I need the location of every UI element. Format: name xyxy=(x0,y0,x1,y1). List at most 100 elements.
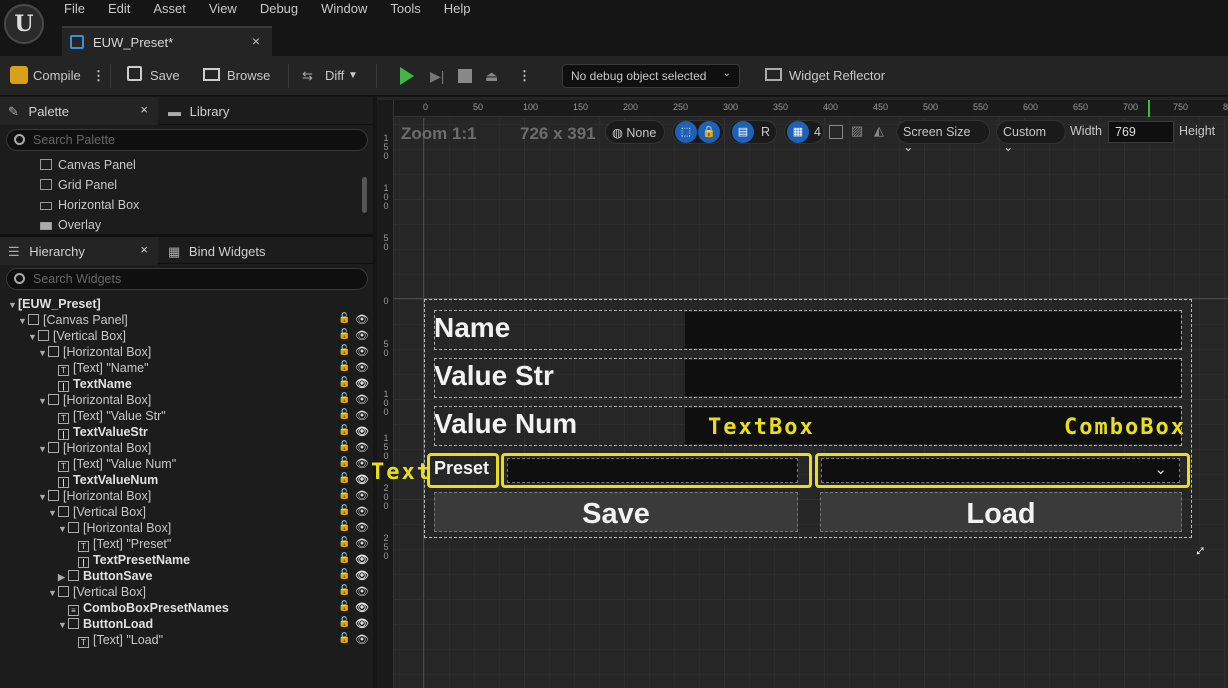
stop-icon[interactable] xyxy=(458,69,472,83)
expand-arrow-icon[interactable]: ▼ xyxy=(58,524,68,534)
lock-icon[interactable]: 🔓 xyxy=(338,489,350,500)
visibility-eye-icon[interactable]: 👁 xyxy=(355,473,369,486)
tab-library[interactable]: ▬ Library xyxy=(168,97,288,125)
tab-bind-widgets[interactable]: ▦ Bind Widgets xyxy=(168,237,308,265)
lock-icon[interactable]: 🔓 xyxy=(338,473,350,484)
menu-asset[interactable]: Asset xyxy=(153,1,186,19)
expand-arrow-icon[interactable]: ▼ xyxy=(38,396,48,406)
expand-arrow-icon[interactable]: ▼ xyxy=(38,348,48,358)
advance-frame-icon[interactable]: ▶| xyxy=(430,68,444,85)
visibility-eye-icon[interactable]: 👁 xyxy=(355,601,369,614)
hierarchy-row[interactable]: ▼ [Horizontal Box] 🔓 👁 xyxy=(0,441,373,457)
visibility-eye-icon[interactable]: 👁 xyxy=(355,633,369,646)
hierarchy-row[interactable]: ▼ [Vertical Box] 🔓 👁 xyxy=(0,329,373,345)
compile-options-icon[interactable]: ⋮ xyxy=(92,68,105,84)
visibility-eye-icon[interactable]: 👁 xyxy=(355,553,369,566)
diff-button[interactable]: Diff xyxy=(325,68,344,83)
save-preset-button[interactable]: Save xyxy=(434,492,798,532)
palette-item[interactable]: Canvas Panel xyxy=(40,158,136,172)
hierarchy-row[interactable]: | TextValueStr 🔓 👁 xyxy=(0,425,373,441)
lock-icon[interactable]: 🔓 xyxy=(338,457,350,468)
palette-search-input[interactable]: Search Palette xyxy=(6,129,368,151)
menu-tools[interactable]: Tools xyxy=(390,1,420,19)
hierarchy-row[interactable]: ▼ [Horizontal Box] 🔓 👁 xyxy=(0,393,373,409)
screen-size-dropdown[interactable]: Screen Size ⌄ xyxy=(896,120,990,154)
hierarchy-row[interactable]: ▼ [Canvas Panel] 🔓 👁 xyxy=(0,313,373,329)
hierarchy-row[interactable]: T [Text] "Load" 🔓 👁 xyxy=(0,633,373,649)
flip-icon[interactable]: ◭ xyxy=(874,123,884,139)
grid-snap-value[interactable]: 4 xyxy=(814,125,821,139)
select-mode-icon[interactable] xyxy=(829,125,843,139)
hierarchy-row[interactable]: ▼ [Horizontal Box] 🔓 👁 xyxy=(0,521,373,537)
visibility-eye-icon[interactable]: 👁 xyxy=(355,489,369,502)
expand-arrow-icon[interactable]: ▼ xyxy=(38,492,48,502)
hierarchy-row[interactable]: | TextName 🔓 👁 xyxy=(0,377,373,393)
menu-window[interactable]: Window xyxy=(321,1,367,19)
document-tab[interactable]: EUW_Preset* × xyxy=(62,26,272,56)
lock-icon[interactable]: 🔓 xyxy=(338,633,350,644)
expand-arrow-icon[interactable]: ▼ xyxy=(18,316,28,326)
lock-icon[interactable]: 🔓 xyxy=(338,569,350,580)
visibility-eye-icon[interactable]: 👁 xyxy=(355,313,369,326)
menu-edit[interactable]: Edit xyxy=(108,1,130,19)
expand-arrow-icon[interactable]: ▼ xyxy=(58,620,68,630)
visibility-eye-icon[interactable]: 👁 xyxy=(355,345,369,358)
visibility-eye-icon[interactable]: 👁 xyxy=(355,521,369,534)
unreal-logo-icon[interactable]: U xyxy=(4,4,44,44)
lock-icon[interactable]: 🔓 xyxy=(338,409,350,420)
preset-names-combobox[interactable]: ⌄ xyxy=(821,458,1180,483)
hierarchy-row[interactable]: ▼ [Horizontal Box] 🔓 👁 xyxy=(0,489,373,505)
layout-icon[interactable]: ▤ xyxy=(732,121,754,143)
visibility-eye-icon[interactable]: 👁 xyxy=(355,505,369,518)
widget-search-input[interactable]: Search Widgets xyxy=(6,268,368,290)
hierarchy-row[interactable]: ≡ ComboBoxPresetNames 🔓 👁 xyxy=(0,601,373,617)
palette-item[interactable]: Grid Panel xyxy=(40,178,117,192)
expand-arrow-icon[interactable]: ▼ xyxy=(38,444,48,454)
tab-palette[interactable]: ✎ Palette × xyxy=(0,97,158,125)
palette-item[interactable]: Horizontal Box xyxy=(40,198,139,212)
lock-icon[interactable]: 🔓 xyxy=(338,441,350,452)
hierarchy-row[interactable]: ▼ [Vertical Box] 🔓 👁 xyxy=(0,585,373,601)
r-toggle[interactable]: R xyxy=(761,125,770,139)
visibility-eye-icon[interactable]: 👁 xyxy=(355,409,369,422)
save-button[interactable]: Save xyxy=(150,68,180,83)
visibility-eye-icon[interactable]: 👁 xyxy=(355,361,369,374)
menu-debug[interactable]: Debug xyxy=(260,1,298,19)
palette-item[interactable]: Overlay xyxy=(40,218,101,232)
tab-hierarchy[interactable]: ☰ Hierarchy × xyxy=(0,237,158,265)
lock-icon[interactable]: 🔓 xyxy=(338,617,350,628)
palette-scrollbar[interactable] xyxy=(362,177,367,213)
width-input[interactable]: 769 xyxy=(1108,121,1174,143)
lock-icon[interactable]: 🔓 xyxy=(338,361,350,372)
diff-chevron-down-icon[interactable]: ▼ xyxy=(348,70,358,81)
visibility-eye-icon[interactable]: 👁 xyxy=(355,569,369,582)
hierarchy-row[interactable]: T [Text] "Name" 🔓 👁 xyxy=(0,361,373,377)
image-icon[interactable]: ▨ xyxy=(851,123,863,139)
lock-icon[interactable]: 🔓 xyxy=(338,585,350,596)
expand-arrow-icon[interactable]: ▼ xyxy=(48,508,58,518)
play-icon[interactable] xyxy=(400,67,414,85)
visibility-eye-icon[interactable]: 👁 xyxy=(355,617,369,630)
grid-icon[interactable]: ▦ xyxy=(787,121,809,143)
lock-icon[interactable]: 🔓 xyxy=(338,553,350,564)
widget-reflector-button[interactable]: Widget Reflector xyxy=(789,68,885,83)
visibility-eye-icon[interactable]: 👁 xyxy=(355,457,369,470)
close-icon[interactable]: × xyxy=(140,242,148,257)
visibility-eye-icon[interactable]: 👁 xyxy=(355,537,369,550)
expand-arrow-icon[interactable]: ▼ xyxy=(8,300,18,310)
hierarchy-row[interactable]: | TextPresetName 🔓 👁 xyxy=(0,553,373,569)
visibility-eye-icon[interactable]: 👁 xyxy=(355,329,369,342)
lock-icon[interactable]: 🔓 xyxy=(338,345,350,356)
play-options-icon[interactable]: ⋮ xyxy=(518,68,531,84)
lock-icon[interactable]: 🔓 xyxy=(338,425,350,436)
hierarchy-row[interactable]: | TextValueNum 🔓 👁 xyxy=(0,473,373,489)
expand-arrow-icon[interactable]: ▼ xyxy=(28,332,38,342)
hierarchy-row[interactable]: T [Text] "Preset" 🔓 👁 xyxy=(0,537,373,553)
lock-icon[interactable]: 🔓 xyxy=(338,505,350,516)
expand-arrow-icon[interactable]: ▼ xyxy=(48,588,58,598)
hierarchy-row[interactable]: T [Text] "Value Num" 🔓 👁 xyxy=(0,457,373,473)
selection-outline-icon[interactable]: ⬚ xyxy=(675,121,697,143)
visibility-eye-icon[interactable]: 👁 xyxy=(355,585,369,598)
hierarchy-row[interactable]: ▼ ButtonLoad 🔓 👁 xyxy=(0,617,373,633)
visibility-eye-icon[interactable]: 👁 xyxy=(355,441,369,454)
